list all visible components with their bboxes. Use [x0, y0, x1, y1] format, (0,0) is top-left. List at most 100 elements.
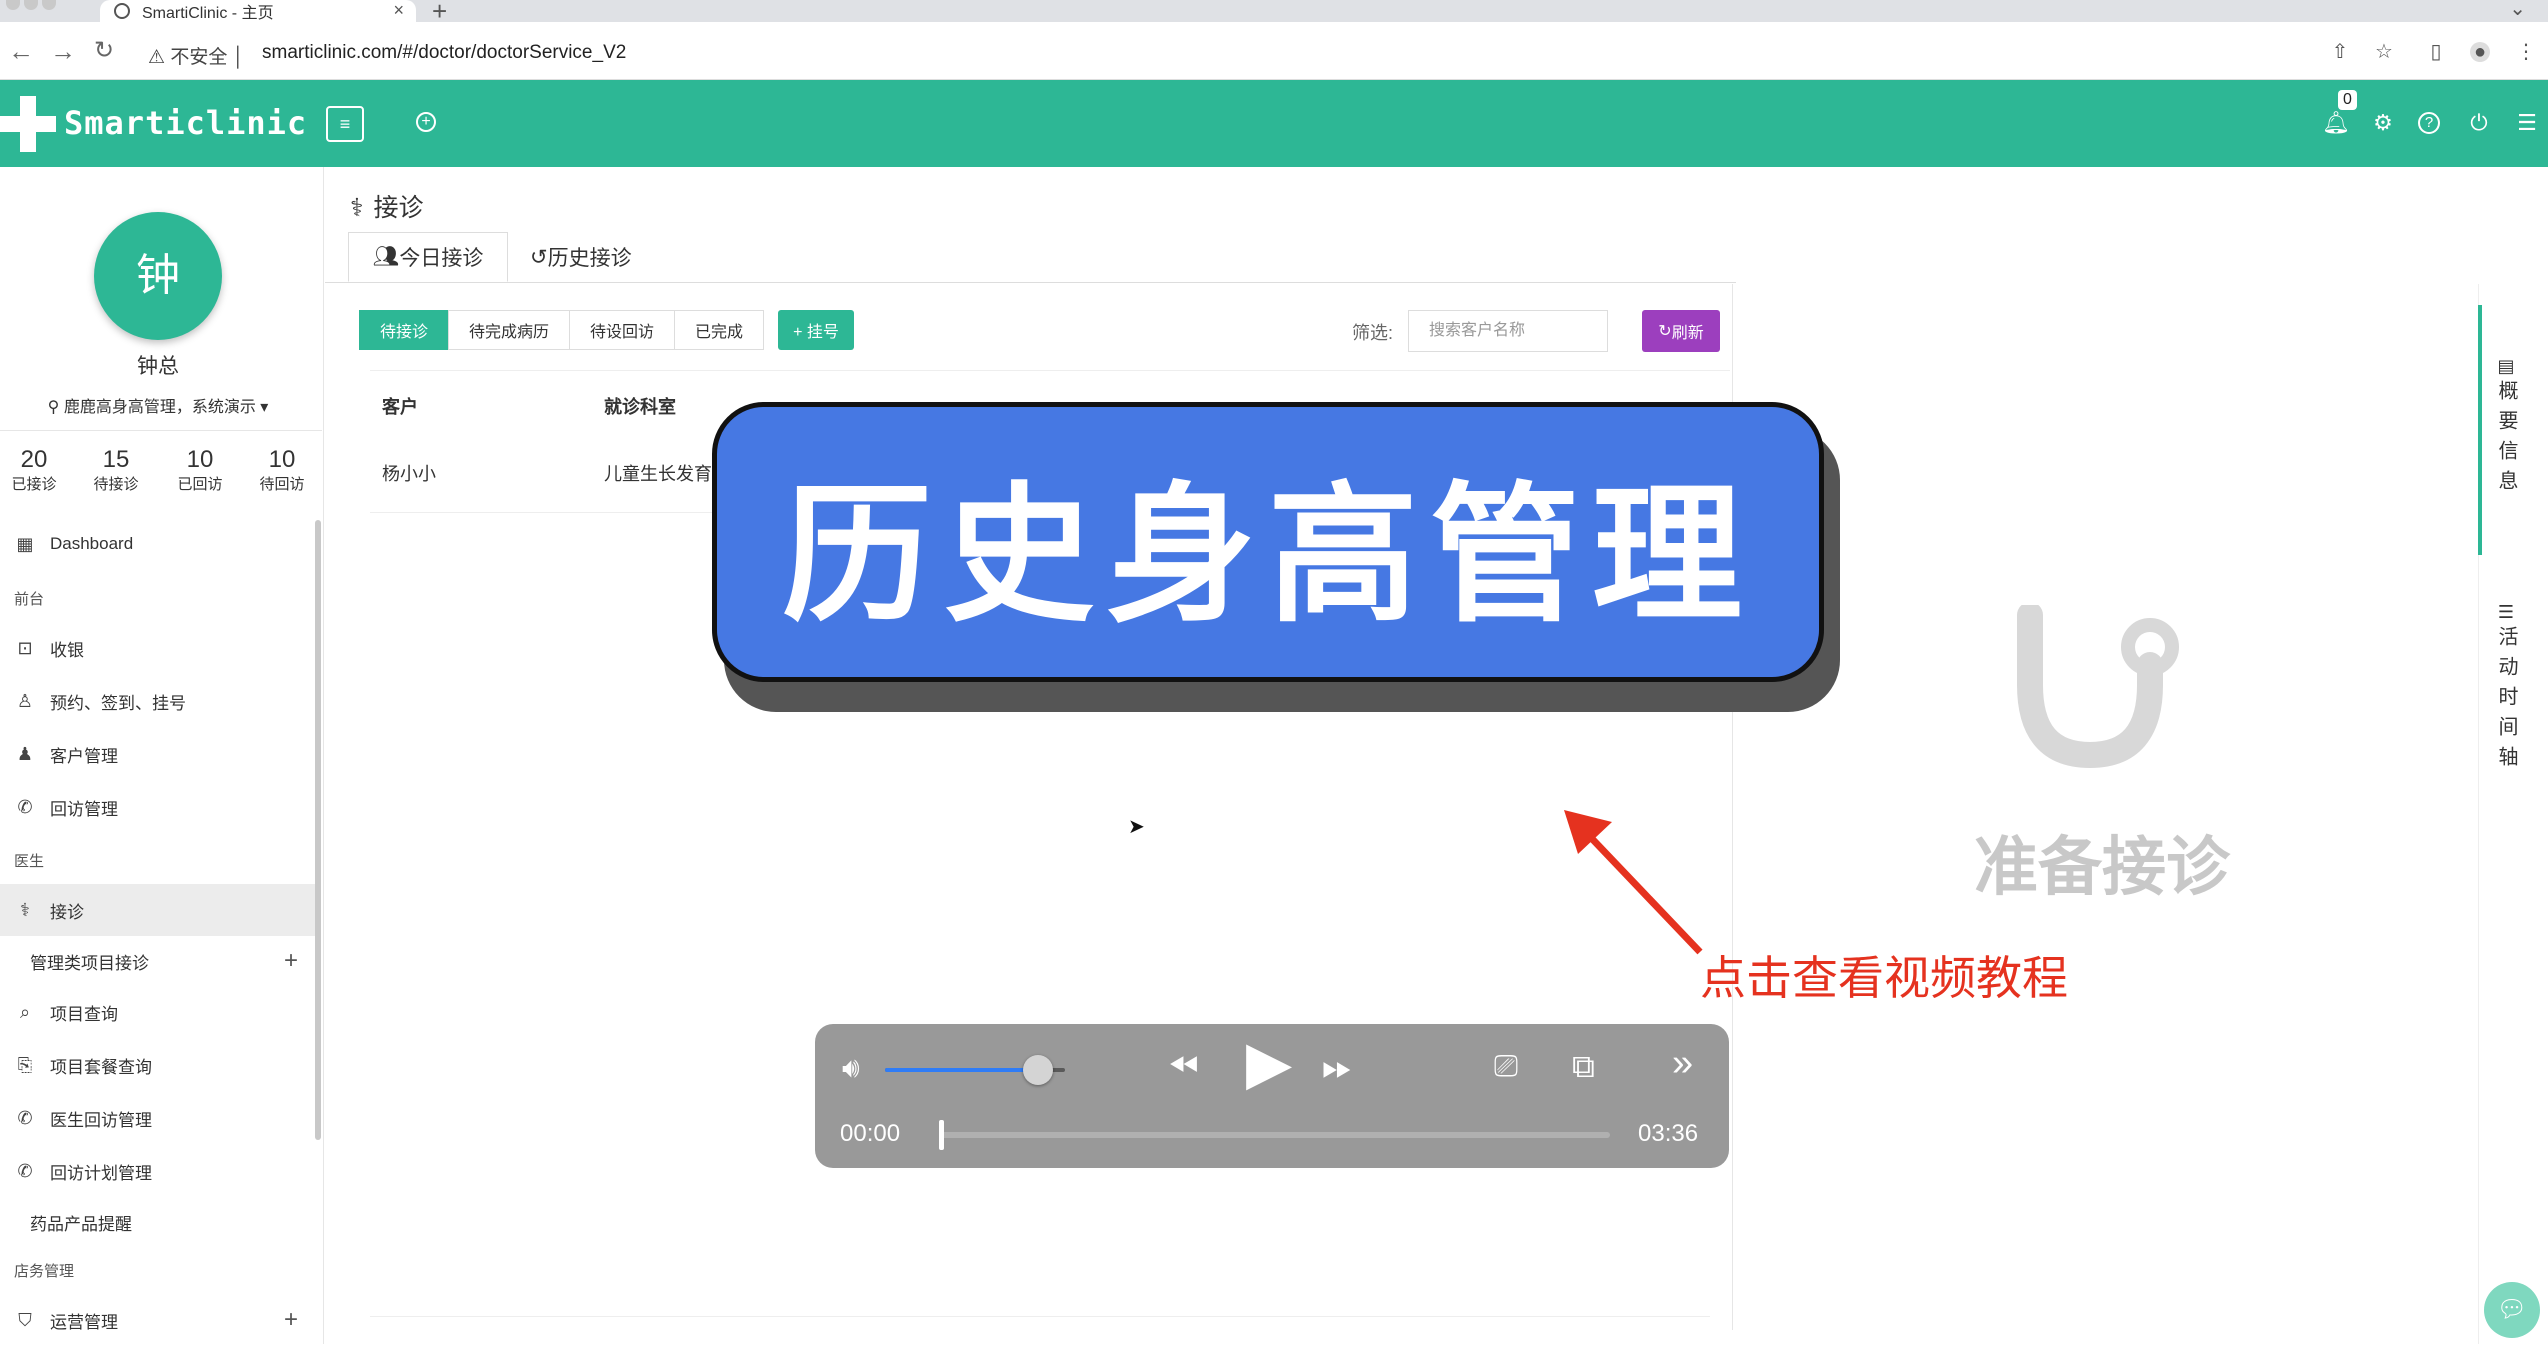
- rewind-icon[interactable]: ⏪︎: [1168, 1046, 1198, 1089]
- sidebar-item-cashier[interactable]: ⊡ 收银: [0, 622, 316, 674]
- sidebar-item-package-query[interactable]: ⎘ 项目套餐查询: [0, 1039, 316, 1091]
- picture-in-picture-icon[interactable]: ⧉: [1572, 1048, 1595, 1086]
- share-icon[interactable]: ⇧: [2330, 42, 2350, 62]
- stat-waiting[interactable]: 15 待接诊: [76, 446, 156, 496]
- fast-forward-icon[interactable]: ⏩︎: [1322, 1046, 1352, 1089]
- stat-value: 10: [186, 446, 214, 473]
- refresh-icon: ↻: [1658, 323, 1672, 340]
- subtab-waiting[interactable]: 待接诊: [359, 310, 450, 350]
- cell-customer[interactable]: 杨小小: [382, 460, 436, 486]
- location-pin-icon: ⚲: [47, 399, 64, 416]
- sidebar-item-label: 管理类项目接诊: [30, 953, 149, 973]
- divider: [0, 430, 322, 431]
- sidebar-item-operations[interactable]: ⛉ 运营管理 +: [0, 1294, 316, 1346]
- search-icon: ⌕: [19, 1001, 31, 1022]
- expand-plus-icon[interactable]: +: [284, 1306, 298, 1334]
- expand-plus-icon[interactable]: +: [284, 947, 298, 975]
- add-icon[interactable]: +: [416, 112, 436, 132]
- sidebar-item-label: 项目套餐查询: [50, 1057, 152, 1077]
- subtab-pending-record[interactable]: 待完成病历: [448, 310, 571, 350]
- user-gear-icon: ♟: [16, 743, 34, 764]
- sidebar-item-appointment[interactable]: ♙ 预约、签到、挂号: [0, 675, 316, 727]
- refresh-button[interactable]: ↻ 刷新: [1642, 310, 1720, 352]
- subtab-completed[interactable]: 已完成: [674, 310, 765, 350]
- page-title-text: 接诊: [373, 194, 424, 222]
- sidebar-item-consult[interactable]: ⚕ 接诊: [0, 884, 316, 936]
- tab-overview[interactable]: 概要信息: [2494, 380, 2518, 500]
- help-icon[interactable]: ?: [2418, 112, 2440, 134]
- reload-icon[interactable]: ↻: [94, 36, 114, 65]
- chevron-right-double-icon[interactable]: »: [1672, 1042, 1693, 1085]
- chat-button[interactable]: 💬︎: [2484, 1282, 2540, 1338]
- ready-text: 准备接诊: [1974, 831, 2230, 903]
- subtab-pending-followup[interactable]: 待设回访: [569, 310, 676, 350]
- sidebar-item-item-query[interactable]: ⌕ 项目查询: [0, 986, 316, 1038]
- airplay-icon[interactable]: ⎚: [1494, 1050, 1518, 1084]
- seek-bar[interactable]: [940, 1132, 1610, 1138]
- stat-value: 20: [20, 446, 48, 473]
- stat-to-follow[interactable]: 10 待回访: [242, 446, 322, 496]
- sidebar-item-followup[interactable]: ✆ 回访管理: [0, 781, 316, 833]
- sidebar-item-label: 接诊: [50, 902, 84, 922]
- sidebar-item-customer[interactable]: ♟ 客户管理: [0, 728, 316, 780]
- phone-icon: ✆: [17, 1107, 33, 1128]
- gear-icon[interactable]: ⚙: [2370, 110, 2396, 136]
- power-icon[interactable]: ⏻: [2466, 110, 2492, 136]
- bookmark-star-icon[interactable]: ☆: [2374, 42, 2394, 62]
- play-icon[interactable]: ▶: [1246, 1028, 1292, 1098]
- tab-today-label: 今日接诊: [399, 247, 484, 270]
- stat-consulted[interactable]: 20 已接诊: [0, 446, 74, 496]
- sidebar-item-doctor-followup[interactable]: ✆ 医生回访管理: [0, 1092, 316, 1144]
- browser-menu-icon[interactable]: ⋮: [2516, 42, 2536, 62]
- list-menu-icon[interactable]: ☰: [2514, 110, 2540, 136]
- bell-icon[interactable]: 🔔︎: [2322, 110, 2350, 136]
- user-check-icon: ♙: [16, 690, 34, 711]
- sidebar-panel-icon[interactable]: ▯: [2426, 42, 2446, 62]
- sidebar-item-label: 预约、签到、挂号: [50, 693, 186, 713]
- sidebar-group-store: 店务管理: [14, 1263, 75, 1280]
- timeline-icon: ☰: [2497, 602, 2515, 622]
- refresh-label: 刷新: [1671, 325, 1704, 342]
- stat-value: 10: [268, 446, 296, 473]
- forward-icon[interactable]: →: [50, 36, 76, 67]
- stat-followed[interactable]: 10 已回访: [160, 446, 240, 496]
- close-tab-icon[interactable]: ×: [393, 0, 404, 21]
- tab-timeline[interactable]: 活动时间轴: [2494, 626, 2518, 776]
- history-icon: ↺: [530, 245, 548, 269]
- sidebar-item-label: 项目查询: [50, 1004, 118, 1024]
- volume-icon[interactable]: 🔊︎: [842, 1052, 860, 1085]
- sidebar-item-label: 运营管理: [50, 1312, 118, 1332]
- address-bar[interactable]: smarticlinic.com/#/doctor/doctorService_…: [262, 42, 626, 64]
- column-header-department: 就诊科室: [604, 397, 676, 417]
- doctor-icon: ⚕: [350, 194, 364, 222]
- tab-history[interactable]: ↺ 历史接诊: [530, 232, 632, 282]
- tab-today[interactable]: 👥︎ 今日接诊: [348, 232, 508, 282]
- sidebar-scrollbar[interactable]: [315, 520, 321, 1140]
- document-search-icon: ⎘: [17, 1054, 33, 1075]
- banner-text: 历史身高管理: [781, 468, 1754, 643]
- menu-toggle-button[interactable]: ≡: [326, 106, 364, 142]
- back-icon[interactable]: ←: [8, 36, 34, 67]
- sidebar-item-label: 医生回访管理: [50, 1110, 152, 1130]
- register-button[interactable]: + 挂号: [778, 310, 854, 350]
- warning-icon: ⚠: [148, 47, 171, 68]
- security-warning[interactable]: ⚠ 不安全 │: [148, 42, 244, 69]
- sidebar-item-mgmt-consult[interactable]: 管理类项目接诊 +: [0, 935, 316, 987]
- stethoscope-icon: [2017, 605, 2179, 769]
- tab-history-label: 历史接诊: [547, 247, 632, 270]
- seek-knob[interactable]: [939, 1120, 944, 1150]
- cash-icon: ⊡: [17, 637, 33, 658]
- volume-knob[interactable]: [1023, 1055, 1053, 1085]
- cta-text[interactable]: 点击查看视频教程: [1700, 942, 2068, 1008]
- sidebar-item-dashboard[interactable]: ▦ Dashboard: [0, 518, 316, 570]
- tab-search-chevron-icon[interactable]: ⌄: [2509, 0, 2526, 21]
- profile-icon[interactable]: ●: [2470, 42, 2490, 62]
- search-input[interactable]: 搜索客户名称: [1408, 310, 1608, 352]
- avatar[interactable]: 钟: [94, 212, 222, 340]
- shield-icon: ⛉: [18, 1309, 32, 1330]
- sidebar-item-followup-plan[interactable]: ✆ 回访计划管理: [0, 1145, 316, 1197]
- user-org-selector[interactable]: ⚲ 鹿鹿高身高管理，系统演示 ▾: [0, 393, 316, 417]
- browser-tab[interactable]: SmartiClinic - 主页 ×: [100, 0, 416, 22]
- security-label: 不安全: [170, 47, 228, 68]
- sidebar-item-drug-reminder[interactable]: 药品产品提醒: [0, 1196, 316, 1248]
